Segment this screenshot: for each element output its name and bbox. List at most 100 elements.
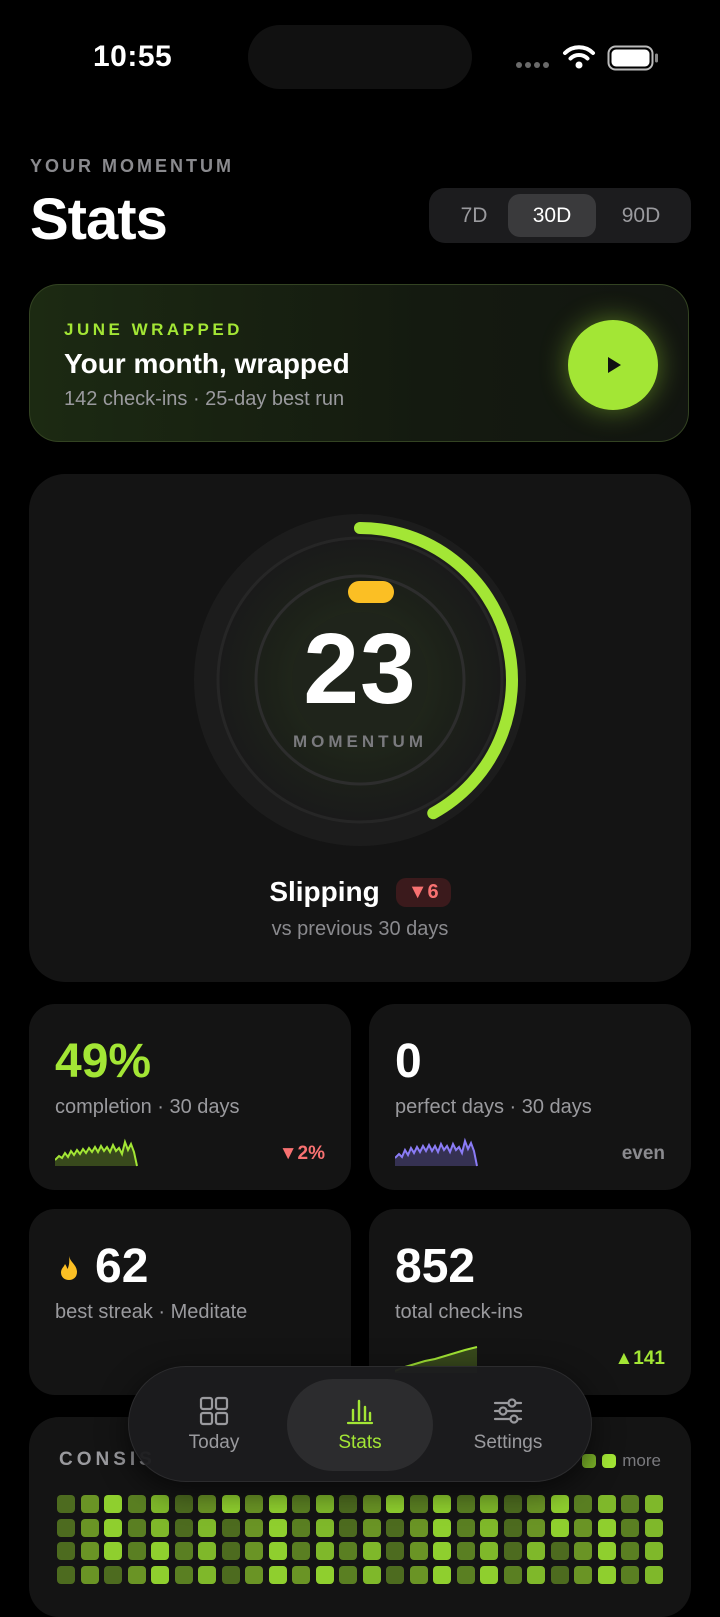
momentum-comparison: vs previous 30 days	[271, 918, 449, 940]
heatmap-cell	[621, 1495, 639, 1513]
heatmap-cell	[104, 1565, 122, 1584]
heatmap-cell	[339, 1518, 357, 1537]
heatmap-cell	[621, 1542, 639, 1560]
heatmap-cell	[315, 1495, 334, 1513]
heatmap-cell	[362, 1565, 381, 1584]
heatmap-cell	[644, 1518, 663, 1537]
heatmap-cell	[550, 1518, 569, 1537]
sliders-icon	[493, 1398, 523, 1424]
momentum-label: MOMENTUM	[293, 732, 427, 751]
tab-label: Today	[188, 1432, 240, 1453]
heatmap-cell	[644, 1565, 663, 1584]
wrapped-card[interactable]: JUNE WRAPPED Your month, wrapped 142 che…	[29, 284, 689, 442]
heatmap-cell	[174, 1565, 193, 1584]
heatmap-cell	[127, 1495, 146, 1513]
stat-label: total check-ins	[395, 1301, 523, 1323]
heatmap-cell	[292, 1565, 310, 1584]
heatmap-cell	[315, 1518, 334, 1537]
status-time: 10:55	[93, 40, 173, 73]
heatmap-cell	[527, 1495, 545, 1513]
stat-card-completion[interactable]: 49% completion · 30 days ▼2%	[29, 1004, 351, 1190]
heatmap-cell	[597, 1565, 616, 1584]
momentum-marker	[348, 581, 394, 603]
heatmap-cell	[292, 1518, 310, 1537]
heatmap-cell	[362, 1495, 381, 1513]
range-option-90d[interactable]: 90D	[598, 194, 684, 237]
grid-icon	[199, 1396, 229, 1426]
heatmap-cell	[315, 1565, 334, 1584]
cellular-signal-icon	[516, 62, 549, 68]
bar-chart-icon	[346, 1399, 374, 1425]
heatmap-cell	[104, 1518, 122, 1537]
heatmap-cell	[574, 1565, 592, 1584]
range-option-7d[interactable]: 7D	[435, 194, 513, 237]
range-option-30d[interactable]: 30D	[508, 194, 596, 237]
momentum-card: 23 MOMENTUM Slipping ▼6 vs previous 30 d…	[29, 474, 691, 982]
tab-label: Settings	[473, 1432, 543, 1453]
heatmap-cell	[433, 1495, 451, 1513]
heatmap-cell	[644, 1495, 663, 1513]
legend-swatch	[582, 1454, 597, 1468]
heatmap-cell	[527, 1542, 545, 1560]
heatmap-cell	[409, 1518, 428, 1537]
heatmap-cell	[151, 1542, 169, 1560]
page-title: Stats	[30, 187, 168, 252]
heatmap-cell	[198, 1542, 216, 1560]
stat-card-perfect-days[interactable]: 0 perfect days · 30 days even	[369, 1004, 691, 1190]
dynamic-island	[248, 25, 472, 89]
stat-value: 0	[395, 1035, 422, 1088]
heatmap-cell	[480, 1495, 498, 1513]
heatmap-cell	[292, 1542, 310, 1560]
heatmap-cell	[456, 1565, 475, 1584]
range-selector: 7D 30D 90D	[429, 188, 691, 243]
heatmap-cell	[456, 1495, 475, 1513]
heatmap-cell	[127, 1518, 146, 1537]
heatmap-cell	[127, 1542, 146, 1560]
heatmap-cell	[245, 1495, 263, 1513]
heatmap-cell	[527, 1518, 545, 1537]
stat-value: 852	[395, 1240, 476, 1293]
heatmap-cell	[362, 1542, 381, 1560]
play-button[interactable]	[568, 320, 658, 410]
heatmap-cell	[409, 1495, 428, 1513]
heatmap-cell	[174, 1518, 193, 1537]
tab-settings[interactable]: Settings	[435, 1379, 581, 1471]
tab-today[interactable]: Today	[141, 1379, 287, 1471]
stat-value: 49%	[55, 1035, 152, 1088]
header-eyebrow: YOUR MOMENTUM	[30, 156, 234, 176]
heatmap-cell	[621, 1518, 639, 1537]
heatmap-cell	[80, 1518, 99, 1537]
wrapped-subtitle: 142 check-ins · 25-day best run	[64, 388, 345, 410]
heatmap-cell	[456, 1518, 475, 1537]
sparkline	[55, 1138, 138, 1167]
heatmap-cell	[480, 1542, 498, 1560]
heatmap-cell	[80, 1565, 99, 1584]
heatmap-cell	[433, 1565, 451, 1584]
heatmap-cell	[339, 1565, 357, 1584]
stat-delta: ▼2%	[278, 1143, 325, 1164]
play-icon	[608, 357, 621, 373]
momentum-score: 23	[303, 613, 417, 725]
stat-value: 62	[95, 1240, 149, 1293]
heatmap-cell	[339, 1542, 357, 1560]
heatmap-cell	[104, 1542, 122, 1560]
consistency-heatmap	[57, 1495, 663, 1584]
heatmap-cell	[574, 1542, 592, 1560]
momentum-status-row: Slipping ▼6	[29, 876, 691, 908]
legend-swatch	[602, 1454, 617, 1468]
stat-delta: even	[621, 1143, 665, 1164]
heatmap-cell	[57, 1518, 75, 1537]
heatmap-cell	[550, 1565, 569, 1584]
heatmap-cell	[409, 1542, 428, 1560]
heatmap-cell	[315, 1542, 334, 1560]
heatmap-cell	[292, 1495, 310, 1513]
tab-stats[interactable]: Stats	[287, 1379, 433, 1471]
heatmap-cell	[245, 1565, 263, 1584]
heatmap-cell	[550, 1495, 569, 1513]
wrapped-title: Your month, wrapped	[64, 348, 350, 379]
heatmap-cell	[245, 1518, 263, 1537]
heatmap-cell	[503, 1518, 522, 1537]
heatmap-cell	[174, 1542, 193, 1560]
heatmap-cell	[127, 1565, 146, 1584]
heatmap-cell	[221, 1495, 240, 1513]
